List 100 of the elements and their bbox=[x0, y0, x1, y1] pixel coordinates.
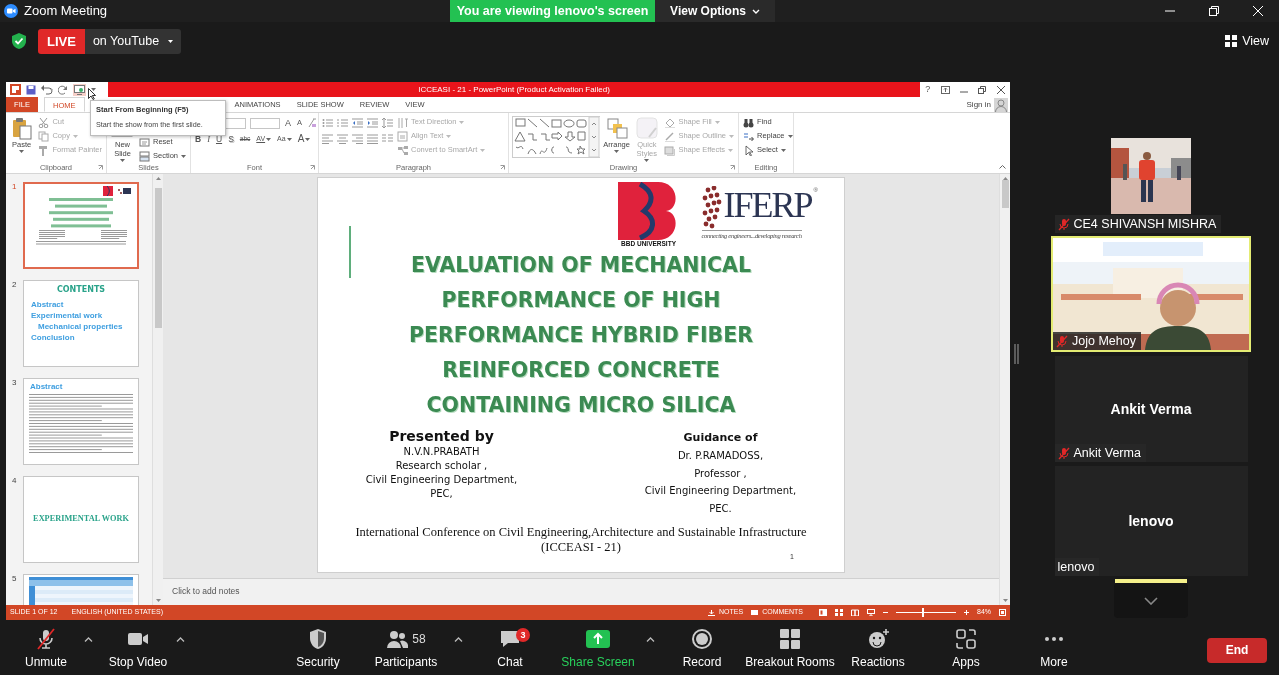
slide-subheading: Guidance of bbox=[683, 430, 758, 446]
justify-icon[interactable] bbox=[367, 134, 378, 144]
slide-text: PEC. bbox=[709, 501, 732, 516]
align-left-icon[interactable] bbox=[322, 134, 333, 144]
normal-view-icon[interactable] bbox=[819, 609, 827, 616]
grow-font-button[interactable]: A bbox=[284, 118, 292, 128]
slide-title: PERFORMANCE OF HIGH bbox=[441, 287, 721, 314]
scrollbar[interactable] bbox=[1000, 174, 1011, 605]
brush-icon bbox=[38, 144, 50, 156]
font-color-button[interactable]: A bbox=[296, 134, 312, 144]
unread-badge: 3 bbox=[516, 628, 530, 642]
mute-toggle-button[interactable]: Unmute bbox=[12, 627, 80, 673]
shapes-gallery[interactable] bbox=[512, 116, 600, 158]
slide-number: 2 bbox=[12, 280, 18, 291]
align-center-icon[interactable] bbox=[337, 134, 348, 144]
participant-name: Ankit Verma bbox=[1073, 444, 1141, 462]
view-options-button[interactable]: View Options bbox=[655, 0, 775, 22]
fit-slide-icon[interactable] bbox=[999, 609, 1006, 616]
dialog-launcher-icon[interactable] bbox=[310, 165, 315, 170]
slide-title: REINFORCED CONCRETE bbox=[442, 357, 720, 384]
bullets-icon[interactable] bbox=[322, 118, 333, 128]
shadow-button[interactable]: S bbox=[227, 134, 235, 144]
splitter-handle[interactable] bbox=[1014, 343, 1019, 364]
underline-button[interactable]: U bbox=[215, 134, 224, 144]
breakout-rooms-button[interactable]: Breakout Rooms bbox=[746, 627, 834, 673]
zoom-in-icon[interactable] bbox=[964, 610, 969, 615]
dialog-launcher-icon[interactable] bbox=[730, 165, 735, 170]
end-button[interactable]: End bbox=[1207, 637, 1267, 663]
zoom-out-icon[interactable] bbox=[883, 610, 888, 615]
apps-button[interactable]: Apps bbox=[922, 627, 1010, 673]
zoom-logo-icon bbox=[4, 4, 18, 18]
reactions-button[interactable]: Reactions bbox=[834, 627, 922, 673]
decrease-indent-icon[interactable] bbox=[352, 118, 363, 128]
italic-button[interactable]: I bbox=[206, 134, 211, 144]
caret-icon[interactable] bbox=[175, 637, 185, 642]
section-icon bbox=[138, 150, 150, 162]
collapse-ribbon-icon[interactable] bbox=[999, 165, 1006, 169]
undo-icon[interactable] bbox=[41, 84, 53, 95]
window-title: Zoom Meeting bbox=[24, 2, 108, 21]
slideshow-view-icon[interactable] bbox=[867, 609, 875, 616]
restore-icon[interactable] bbox=[978, 85, 987, 94]
smartart-icon bbox=[397, 144, 408, 156]
slide-footer-text: (ICCEASI - 21) bbox=[540, 540, 622, 555]
cursor-icon bbox=[743, 144, 754, 156]
caret-icon[interactable] bbox=[453, 637, 463, 642]
stream-destination-dropdown[interactable]: on YouTube bbox=[84, 28, 182, 54]
copy-icon bbox=[38, 130, 50, 142]
slide-heading: EXPERIMENTAL WORK bbox=[33, 513, 129, 526]
slide-title: EVALUATION OF MECHANICAL bbox=[410, 252, 752, 279]
participant-name: CE4 SHIVANSH MISHRA bbox=[1073, 215, 1217, 233]
dialog-launcher-icon[interactable] bbox=[500, 165, 505, 170]
bold-button[interactable]: B bbox=[194, 134, 203, 144]
reading-view-icon[interactable] bbox=[851, 609, 859, 616]
slide-number: 4 bbox=[12, 476, 18, 487]
record-button[interactable]: Record bbox=[658, 627, 746, 673]
chevron-down-icon bbox=[1144, 596, 1158, 605]
logo-drawing bbox=[103, 186, 131, 198]
live-badge: LIVE bbox=[38, 28, 85, 54]
caret-icon bbox=[286, 137, 292, 141]
line-spacing-icon[interactable] bbox=[382, 118, 393, 128]
scissors-icon bbox=[38, 116, 50, 128]
increase-indent-icon[interactable] bbox=[367, 118, 378, 128]
customize-caret-icon[interactable] bbox=[91, 88, 96, 91]
caret-icon[interactable] bbox=[83, 637, 93, 642]
font-size-field[interactable] bbox=[250, 117, 280, 129]
caret-icon[interactable] bbox=[645, 637, 655, 642]
sign-in-link[interactable]: Sign in bbox=[966, 98, 991, 111]
participants-button[interactable]: 58 Participants bbox=[362, 627, 450, 673]
align-text-icon bbox=[397, 130, 408, 142]
slide-thumbnail[interactable] bbox=[23, 182, 139, 269]
participant-display-name: Ankit Verma bbox=[1110, 399, 1192, 419]
slide-title: PERFORMANCE HYBRID FIBER bbox=[409, 322, 753, 349]
video-button[interactable]: Stop Video bbox=[104, 627, 172, 673]
scrollbar[interactable] bbox=[153, 174, 164, 605]
slide-text: Research scholar , bbox=[395, 459, 488, 473]
slide-subheading: Presented by bbox=[389, 427, 494, 445]
text-direction-icon bbox=[397, 116, 408, 128]
notes-placeholder[interactable]: Click to add notes bbox=[172, 586, 240, 596]
record-icon bbox=[691, 627, 713, 650]
restore-icon[interactable] bbox=[1209, 6, 1219, 16]
view-button[interactable]: View bbox=[1225, 31, 1269, 51]
slideshow-icon[interactable] bbox=[74, 84, 85, 95]
align-right-icon[interactable] bbox=[352, 134, 363, 144]
slide-sorter-icon[interactable] bbox=[835, 609, 843, 616]
outline-item: Conclusion bbox=[31, 332, 76, 343]
redo-icon[interactable] bbox=[58, 84, 68, 95]
security-button[interactable]: Security bbox=[274, 627, 362, 673]
share-screen-button[interactable]: Share Screen bbox=[554, 627, 642, 673]
ribbon-display-icon[interactable] bbox=[940, 85, 950, 94]
molecule-logo-icon bbox=[701, 186, 722, 230]
chat-button[interactable]: Chat 3 bbox=[466, 627, 554, 673]
share-status-banner: You are viewing lenovo's screen bbox=[450, 0, 655, 22]
arrange-icon bbox=[604, 116, 629, 140]
logo-wordmark: IFERP bbox=[723, 186, 812, 224]
close-icon[interactable] bbox=[996, 85, 1005, 94]
dialog-launcher-icon[interactable] bbox=[98, 165, 103, 170]
save-icon[interactable] bbox=[26, 84, 36, 95]
clear-formatting-icon[interactable] bbox=[307, 118, 318, 128]
help-button[interactable]: ? bbox=[925, 82, 931, 97]
more-button[interactable]: More bbox=[1010, 627, 1098, 673]
